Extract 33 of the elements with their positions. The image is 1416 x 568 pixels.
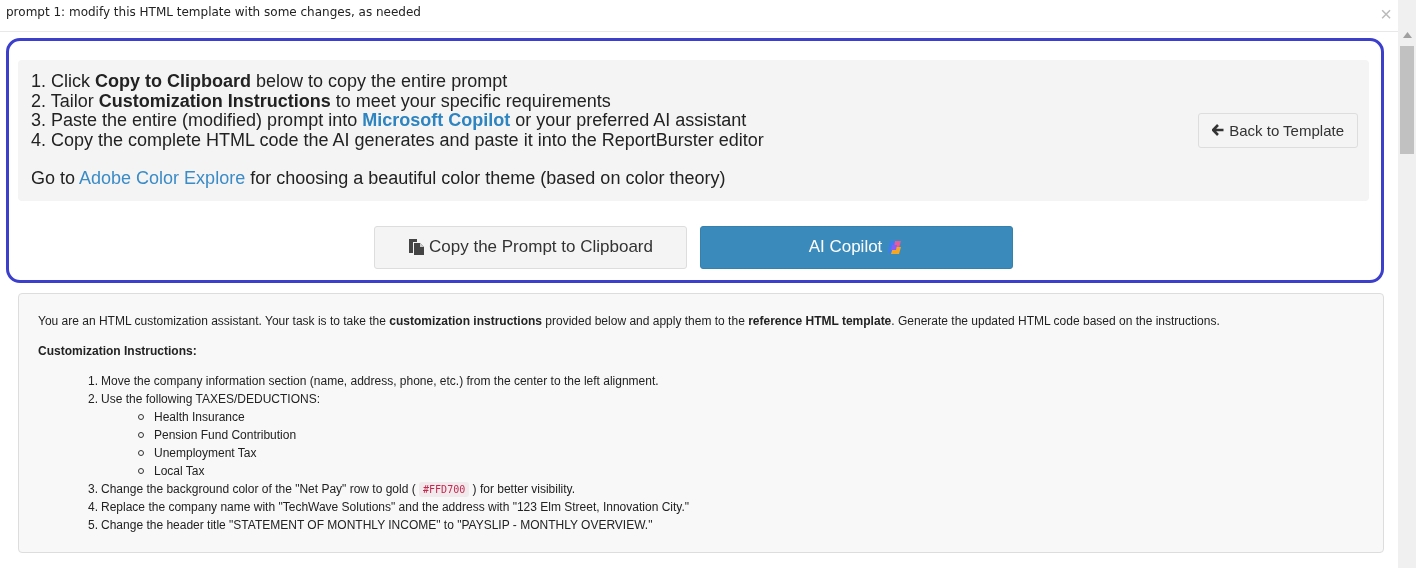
list-number: 5.	[88, 516, 98, 534]
list-item-text: Change the background color of the "Net Pay" row to gold ( #FFD700 ) for better visibility.	[101, 480, 576, 498]
copy-icon	[408, 238, 425, 256]
scrollbar[interactable]	[1398, 0, 1416, 568]
scroll-up-icon[interactable]	[1402, 32, 1412, 38]
dialog-title: prompt 1: modify this HTML template with some changes, as needed	[6, 5, 421, 19]
list-item-text: Use the following TAXES/DEDUCTIONS:	[101, 390, 320, 408]
list-item-text: Health Insurance	[154, 408, 245, 426]
copilot-link[interactable]: Microsoft Copilot	[362, 110, 511, 130]
close-button[interactable]: ×	[1380, 5, 1392, 23]
instruction-line: 3. Paste the entire (modified) prompt into Microsoft Copilot or your preferred AI assistant	[31, 111, 748, 131]
list-number: 2.	[88, 390, 98, 408]
list-item-text: Pension Fund Contribution	[154, 426, 297, 444]
list-item-text: Local Tax	[154, 462, 205, 480]
instruction-line: 2. Tailor Customization Instructions to meet your specific requirements	[31, 91, 612, 111]
list-number: 3.	[88, 480, 98, 498]
list-number: 4.	[88, 498, 98, 516]
list-item-text: Unemployment Tax	[154, 444, 257, 462]
copy-prompt-button[interactable]: Copy the Prompt to Clipboard	[374, 225, 687, 269]
scrollbar-thumb[interactable]	[1400, 46, 1414, 154]
list-item-text: Replace the company name with "TechWave Solutions" and the address with "123 Elm Street, Innovation City."	[101, 498, 690, 516]
adobe-color-link[interactable]: Adobe Color Explore	[79, 168, 246, 188]
section-heading: Customization Instructions:	[38, 343, 198, 358]
instruction-line: 1. Click Copy to Clipboard below to copy the entire prompt	[31, 72, 509, 92]
intro-paragraph: You are an HTML customization assistant. Your task is to take the customization instructions provided below and apply them to the reference HTML template. Generate the updated HTML code based on the instructions.	[38, 313, 1221, 328]
list-item-text: Move the company information section (name, address, phone, etc.) from the center to the left alignment.	[101, 372, 659, 390]
color-tip: Go to Adobe Color Explore for choosing a beautiful color theme (based on color theory)	[31, 169, 727, 189]
ai-copilot-button[interactable]: AI Copilot	[700, 225, 1013, 269]
instruction-line: 4. Copy the complete HTML code the AI generates and paste it into the ReportBurster editor	[31, 130, 764, 150]
arrow-left-icon	[1212, 124, 1225, 137]
back-to-template-button[interactable]: Back to Template	[1198, 112, 1358, 148]
list-item-text: Change the header title "STATEMENT OF MONTHLY INCOME" to "PAYSLIP - MONTHLY OVERVIEW."	[101, 516, 653, 534]
list-number: 1.	[88, 372, 98, 390]
